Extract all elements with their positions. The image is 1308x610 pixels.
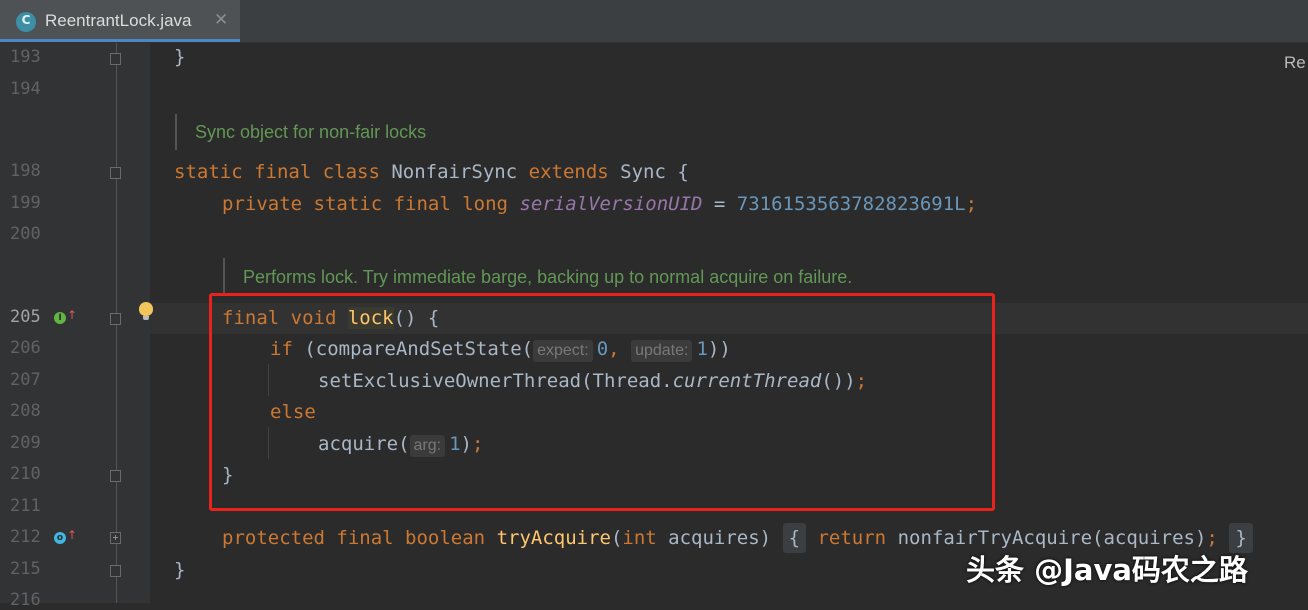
- code-line-193: }: [174, 46, 186, 68]
- doc-comment-lock: Performs lock. Try immediate barge, back…: [243, 267, 853, 287]
- fold-expand-icon[interactable]: [110, 532, 121, 544]
- fold-end-icon[interactable]: [110, 53, 121, 65]
- tab-title: ReentrantLock.java: [45, 11, 192, 30]
- doc-comment-bar: [175, 114, 177, 150]
- fold-start-icon[interactable]: [110, 313, 121, 325]
- line-number: 211: [10, 496, 41, 516]
- close-icon[interactable]: ✕: [214, 10, 228, 30]
- line-number: 215: [10, 559, 41, 579]
- line-number: 216: [10, 590, 41, 610]
- line-number: 194: [10, 79, 41, 99]
- up-arrow-icon[interactable]: ↑: [67, 308, 77, 322]
- code-line-215: }: [174, 559, 186, 581]
- code-line-198: static final class NonfairSync extends S…: [174, 161, 689, 183]
- implements-method-icon[interactable]: I: [54, 312, 66, 324]
- line-number: 198: [10, 161, 41, 181]
- line-number: 210: [10, 464, 41, 484]
- code-line-199: private static final long serialVersionU…: [222, 193, 978, 215]
- fold-start-icon[interactable]: [110, 167, 121, 179]
- line-number: 208: [10, 401, 41, 421]
- editor-tab-bar: C ReentrantLock.java ✕: [0, 0, 1308, 43]
- up-arrow-icon[interactable]: ↑: [67, 528, 77, 542]
- line-number: 199: [10, 193, 41, 213]
- line-number: 193: [10, 47, 41, 67]
- line-number: 207: [10, 370, 41, 390]
- line-number: 206: [10, 338, 41, 358]
- doc-comment-bar: [223, 258, 225, 294]
- doc-comment-sync: Sync object for non-fair locks: [195, 122, 427, 142]
- folded-block[interactable]: {: [782, 523, 807, 553]
- lightbulb-icon[interactable]: [139, 302, 153, 320]
- watermark: 头条 @Java码农之路: [966, 553, 1248, 587]
- line-number: 209: [10, 433, 41, 453]
- overrides-method-icon[interactable]: o: [54, 532, 66, 544]
- line-number: 212: [10, 527, 41, 547]
- highlight-box: [209, 293, 995, 511]
- fold-end-icon[interactable]: [110, 565, 121, 577]
- java-class-icon: C: [16, 12, 36, 32]
- tab-reentrantlock[interactable]: C ReentrantLock.java ✕: [0, 0, 240, 42]
- fold-end-icon[interactable]: [110, 470, 121, 482]
- line-number: 205: [10, 307, 41, 327]
- line-number: 200: [10, 224, 41, 244]
- truncated-panel-label: Re: [1284, 53, 1306, 72]
